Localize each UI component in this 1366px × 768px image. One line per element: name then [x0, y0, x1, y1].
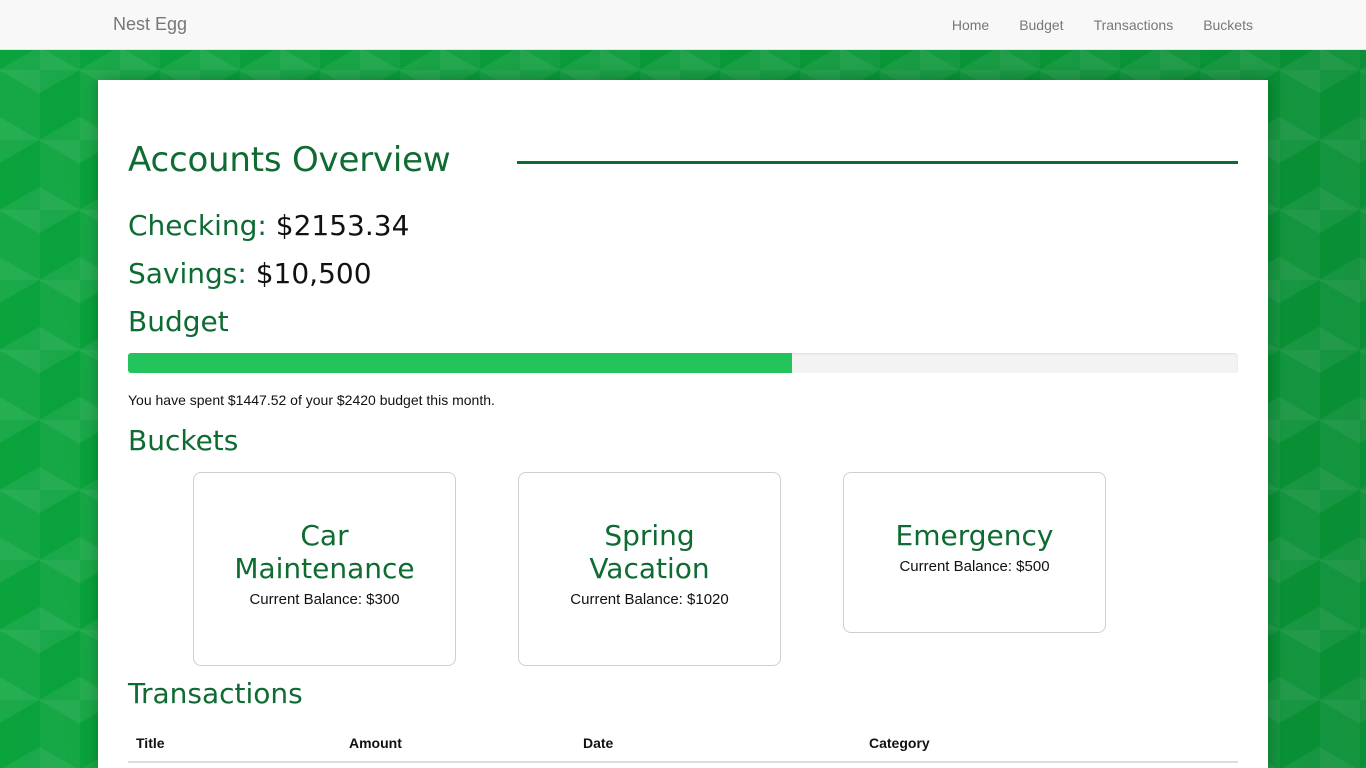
- savings-balance: Savings: $10,500: [128, 256, 372, 292]
- buckets-heading: Buckets: [128, 424, 239, 457]
- column-header-category[interactable]: Category: [861, 725, 1238, 763]
- main-panel: Accounts Overview Checking: $2153.34 Sav…: [98, 80, 1268, 768]
- budget-heading: Budget: [128, 305, 229, 338]
- brand-link[interactable]: Nest Egg: [113, 14, 187, 35]
- bucket-name: Spring Vacation: [589, 519, 710, 585]
- bucket-card-emergency[interactable]: Emergency Current Balance: $500: [843, 472, 1106, 633]
- column-header-date[interactable]: Date: [575, 725, 861, 763]
- budget-progress-bar: [128, 353, 1238, 373]
- transactions-table: Title Amount Date Category: [128, 725, 1238, 763]
- savings-label: Savings:: [128, 257, 247, 290]
- nav-links: Home Budget Transactions Buckets: [952, 0, 1253, 50]
- column-header-title[interactable]: Title: [128, 725, 341, 763]
- bucket-name: Car Maintenance: [234, 519, 415, 585]
- bucket-balance: Current Balance: $1020: [570, 591, 729, 608]
- checking-value: $2153.34: [275, 209, 410, 242]
- checking-balance: Checking: $2153.34: [128, 208, 409, 244]
- page-title: Accounts Overview: [128, 140, 451, 180]
- bucket-balance: Current Balance: $300: [249, 591, 400, 608]
- nav-link-budget[interactable]: Budget: [1019, 17, 1063, 33]
- bucket-name: Emergency: [895, 519, 1054, 552]
- top-navbar: Nest Egg Home Budget Transactions Bucket…: [0, 0, 1366, 50]
- nav-link-transactions[interactable]: Transactions: [1094, 17, 1174, 33]
- savings-value: $10,500: [255, 257, 372, 290]
- budget-progress-fill: [128, 353, 792, 373]
- title-divider: [517, 161, 1238, 164]
- bucket-card-spring-vacation[interactable]: Spring Vacation Current Balance: $1020: [518, 472, 781, 666]
- bucket-balance: Current Balance: $500: [899, 558, 1050, 575]
- table-header-row: Title Amount Date Category: [128, 725, 1238, 763]
- nav-link-buckets[interactable]: Buckets: [1203, 17, 1253, 33]
- bucket-card-car-maintenance[interactable]: Car Maintenance Current Balance: $300: [193, 472, 456, 666]
- transactions-heading: Transactions: [128, 677, 303, 710]
- budget-summary: You have spent $1447.52 of your $2420 bu…: [128, 392, 495, 408]
- nav-link-home[interactable]: Home: [952, 17, 989, 33]
- column-header-amount[interactable]: Amount: [341, 725, 575, 763]
- checking-label: Checking:: [128, 209, 267, 242]
